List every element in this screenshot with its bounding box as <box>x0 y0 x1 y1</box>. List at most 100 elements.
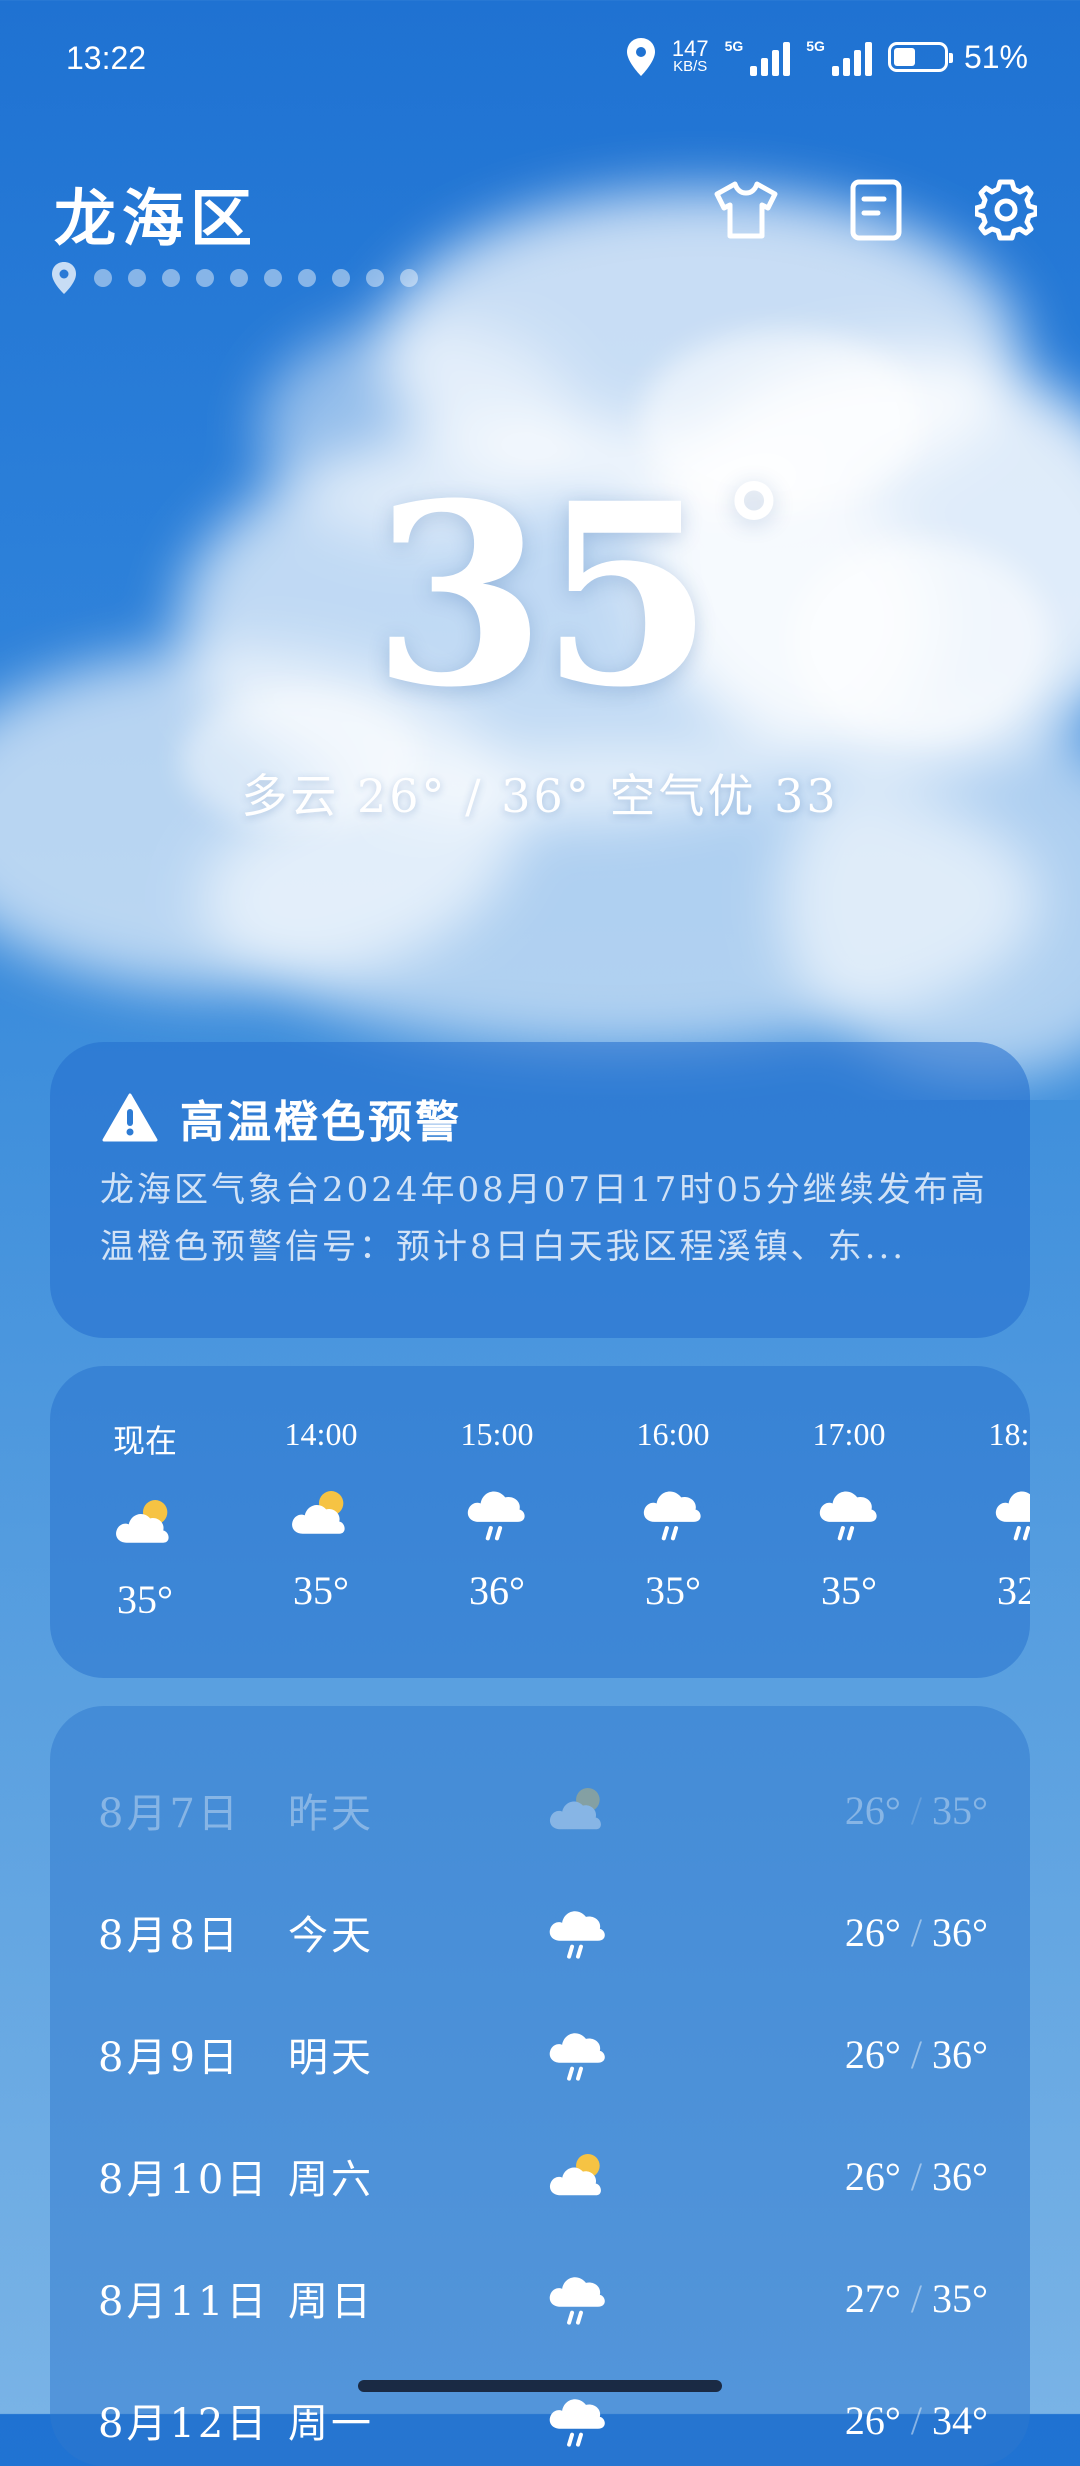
day-range: 26°/36° <box>844 1909 988 1955</box>
daily-row[interactable]: 8月11日 周日 27°/35° <box>98 2258 988 2338</box>
page-dot[interactable] <box>400 269 418 287</box>
daily-forecast[interactable]: 8月7日 昨天 26°/35° 8月8日 今天 26°/36° 8月9日 明天 26°/36° 8… <box>50 1706 1030 2466</box>
hour-temp: 32° <box>997 1568 1030 1613</box>
daily-row[interactable]: 8月7日 昨天 26°/35° <box>98 1770 988 1850</box>
hourly-item[interactable]: 16:00 35° <box>598 1416 748 1614</box>
city-name[interactable]: 龙海区 <box>54 168 258 258</box>
partly-cloudy-icon <box>116 1499 169 1543</box>
day-high: 36° <box>932 2031 988 2077</box>
page-indicator <box>50 262 418 294</box>
day-range: 26°/35° <box>844 1787 988 1833</box>
status-icons: 147 KB/S 5G 5G 51% <box>626 38 1028 76</box>
day-range: 26°/36° <box>844 2153 988 2199</box>
day-low: 27° <box>844 2275 901 2321</box>
daily-row[interactable]: 8月8日 今天 26°/36° <box>98 1892 988 1972</box>
rain-icon <box>819 1491 877 1541</box>
gear-icon <box>975 179 1037 241</box>
clothing-advice-button[interactable] <box>708 172 784 248</box>
weather-summary: 多云 26° / 36° 空气优 33 <box>241 769 839 823</box>
settings-button[interactable] <box>968 172 1044 248</box>
daily-row[interactable]: 8月9日 明天 26°/36° <box>98 2014 988 2094</box>
hour-label: 现在 <box>112 1423 177 1459</box>
day-date: 8月10日 <box>98 2157 270 2203</box>
page-dot[interactable] <box>298 269 316 287</box>
day-label: 周日 <box>288 2279 374 2325</box>
rain-icon <box>467 1491 525 1541</box>
day-low: 26° <box>844 1787 901 1833</box>
battery-icon <box>887 42 953 72</box>
status-bar: 13:22 147 KB/S 5G 5G 51% <box>0 0 1080 120</box>
location-icon <box>626 38 655 76</box>
weather-alert-card[interactable]: 高温橙色预警 龙海区气象台2024年08月07日17时05分继续发布高温橙色预警… <box>50 1042 1030 1338</box>
day-date: 8月12日 <box>98 2401 270 2447</box>
battery-fill <box>893 48 916 66</box>
day-label: 今天 <box>288 1913 374 1959</box>
page-dot[interactable] <box>332 269 350 287</box>
day-label: 昨天 <box>288 1791 374 1837</box>
day-range: 26°/34° <box>844 2397 988 2443</box>
location-pin-icon <box>52 262 76 294</box>
day-range: 26°/36° <box>844 2031 988 2077</box>
hour-temp: 36° <box>469 1568 525 1613</box>
hour-temp: 35° <box>117 1577 173 1622</box>
page-dot[interactable] <box>196 269 214 287</box>
warning-icon <box>102 1093 158 1142</box>
alert-title: 高温橙色预警 <box>180 1097 462 1148</box>
rain-icon <box>549 1911 605 1959</box>
rain-icon <box>549 2033 605 2081</box>
day-high: 35° <box>932 1787 988 1833</box>
day-low: 26° <box>844 1909 901 1955</box>
hourly-item[interactable]: 17:00 35° <box>774 1416 924 1614</box>
hour-label: 16:00 <box>636 1416 710 1452</box>
hourly-item[interactable]: 现在 35° <box>70 1416 220 1623</box>
page-dot[interactable] <box>264 269 282 287</box>
hour-label: 18:00 <box>988 1416 1030 1452</box>
page-dot[interactable] <box>366 269 384 287</box>
rain-icon <box>995 1491 1030 1541</box>
page-dot[interactable] <box>230 269 248 287</box>
rain-icon <box>549 2399 605 2447</box>
hourly-forecast[interactable]: 现在 35° 14:00 35° 15:00 36° 16:00 35° 17:00 35° 18:… <box>50 1366 1030 1678</box>
hour-label: 14:00 <box>284 1416 358 1452</box>
day-low: 26° <box>844 2031 901 2077</box>
day-label: 周一 <box>288 2401 374 2447</box>
day-low: 26° <box>844 2397 901 2443</box>
forecast-list-button[interactable] <box>838 172 914 248</box>
day-high: 34° <box>932 2397 988 2443</box>
day-range: 27°/35° <box>844 2275 988 2321</box>
alert-text: 龙海区气象台2024年08月07日17时05分继续发布高温橙色预警信号：预计8日… <box>100 1170 988 1267</box>
day-date: 8月9日 <box>98 2035 241 2081</box>
day-date: 8月7日 <box>98 1791 241 1837</box>
partly-cloudy-icon <box>292 1490 345 1534</box>
day-high: 35° <box>932 2275 988 2321</box>
home-indicator[interactable] <box>358 2380 722 2392</box>
hourly-item[interactable]: 15:00 36° <box>422 1416 572 1614</box>
day-high: 36° <box>932 1909 988 1955</box>
temperature-value: 35 <box>372 448 714 742</box>
hourly-item[interactable]: 18:00 32° <box>950 1416 1030 1614</box>
daily-row[interactable]: 8月10日 周六 26°/36° <box>98 2136 988 2216</box>
tshirt-icon <box>714 181 778 239</box>
daily-row[interactable]: 8月12日 周一 26°/34° <box>98 2380 988 2460</box>
hour-label: 17:00 <box>812 1416 886 1452</box>
day-date: 8月8日 <box>98 1913 241 1959</box>
day-high: 36° <box>932 2153 988 2199</box>
page-dot[interactable] <box>162 269 180 287</box>
hour-temp: 35° <box>293 1568 349 1613</box>
hourly-item[interactable]: 14:00 35° <box>246 1416 396 1614</box>
day-label: 明天 <box>288 2035 374 2081</box>
signal-icon: 5G <box>725 38 791 76</box>
day-label: 周六 <box>288 2157 374 2203</box>
hour-label: 15:00 <box>460 1416 534 1452</box>
page-dot[interactable] <box>128 269 146 287</box>
rain-icon <box>549 2277 605 2325</box>
hour-temp: 35° <box>645 1568 701 1613</box>
page-dot[interactable] <box>94 269 112 287</box>
signal-icon-2: 5G <box>806 38 872 76</box>
partly-cloudy-icon <box>549 1788 601 1830</box>
status-time: 13:22 <box>66 40 147 76</box>
day-date: 8月11日 <box>98 2279 270 2325</box>
document-icon <box>850 179 902 241</box>
current-temperature: 35 ° <box>0 470 1080 721</box>
hour-temp: 35° <box>821 1568 877 1613</box>
